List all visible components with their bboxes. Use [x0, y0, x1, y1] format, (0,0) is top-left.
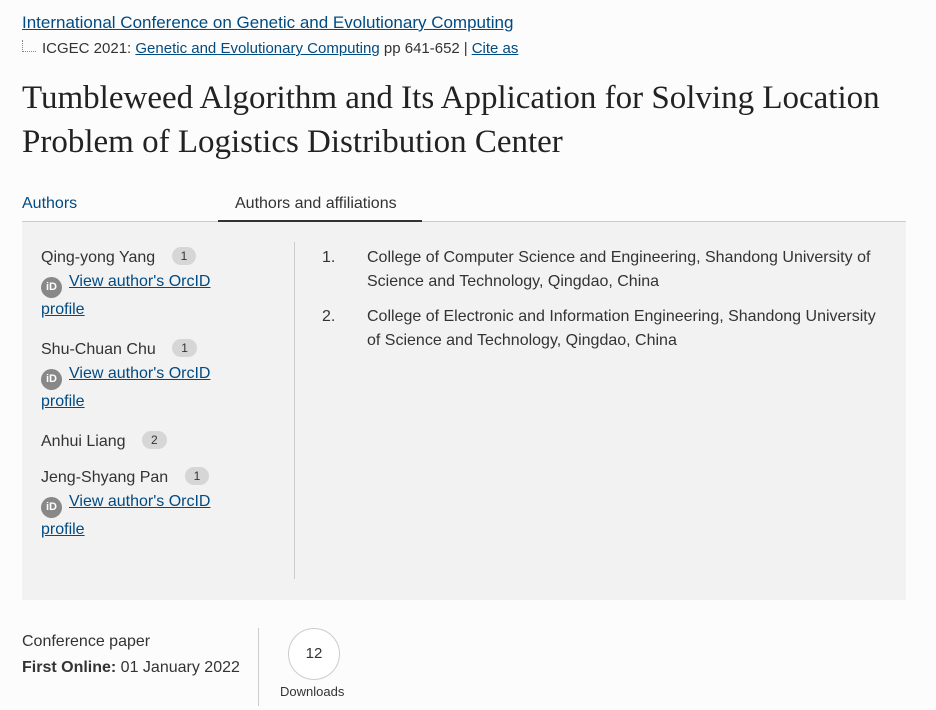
tab-authors[interactable]: Authors	[22, 195, 77, 213]
author-item: Jeng-Shyang Pan 1 iD View author's OrcID …	[41, 466, 271, 542]
page-title: Tumbleweed Algorithm and Its Application…	[22, 80, 880, 160]
paper-meta: Conference paper First Online: 01 Januar…	[22, 630, 240, 682]
cite-as-link[interactable]: Cite as	[472, 40, 519, 57]
orcid-profile-link[interactable]: View author's OrcID	[69, 365, 210, 382]
proceedings-link[interactable]: Genetic and Evolutionary Computing	[135, 40, 379, 57]
proceedings-prefix: ICGEC 2021:	[42, 40, 132, 57]
affiliation-item: 2. College of Electronic and Information…	[322, 305, 892, 353]
affiliation-number: 1.	[322, 249, 336, 266]
affiliations-panel: Qing-yong Yang 1 iD View author's OrcID p…	[22, 222, 906, 600]
affiliation-list: 1. College of Computer Science and Engin…	[322, 246, 892, 364]
conference-link[interactable]: International Conference on Genetic and …	[22, 13, 513, 33]
proceedings-line: ICGEC 2021: Genetic and Evolutionary Com…	[22, 39, 519, 57]
orcid-profile-link[interactable]: View author's OrcID	[69, 493, 210, 510]
downloads-label: Downloads	[280, 684, 345, 699]
first-online-label: First Online:	[22, 659, 117, 676]
author-name: Jeng-Shyang Pan	[41, 469, 169, 486]
downloads-count: 12	[288, 628, 340, 680]
author-name: Anhui Liang	[41, 433, 126, 450]
affiliation-text: College of Electronic and Information En…	[367, 308, 876, 349]
affiliation-badge[interactable]: 1	[171, 247, 197, 265]
first-online-date: 01 January 2022	[116, 659, 240, 676]
author-item: Shu-Chuan Chu 1 iD View author's OrcID pr…	[41, 338, 271, 414]
author-name: Shu-Chuan Chu	[41, 341, 156, 358]
orcid-profile-link-cont[interactable]: profile	[41, 393, 85, 410]
paper-type: Conference paper	[22, 633, 151, 650]
orcid-icon: iD	[41, 497, 62, 518]
affiliation-text: College of Computer Science and Engineer…	[367, 249, 871, 290]
affiliation-badge[interactable]: 1	[184, 467, 210, 485]
orcid-icon: iD	[41, 369, 62, 390]
affiliation-badge[interactable]: 1	[172, 339, 197, 357]
tab-bar: Authors Authors and affiliations	[22, 192, 906, 222]
orcid-profile-link-cont[interactable]: profile	[41, 521, 85, 538]
tab-authors-and-affiliations[interactable]: Authors and affiliations	[218, 192, 422, 222]
column-divider	[294, 242, 295, 579]
orcid-profile-link-cont[interactable]: profile	[41, 301, 85, 318]
separator: |	[463, 40, 468, 57]
orcid-icon: iD	[41, 277, 62, 298]
author-item: Anhui Liang 2	[41, 430, 271, 454]
meta-divider	[258, 628, 259, 706]
affiliation-item: 1. College of Computer Science and Engin…	[322, 246, 892, 294]
author-item: Qing-yong Yang 1 iD View author's OrcID p…	[41, 246, 271, 322]
authors-list: Qing-yong Yang 1 iD View author's OrcID p…	[41, 246, 271, 558]
first-online: First Online: 01 January 2022	[22, 654, 240, 682]
affiliation-badge[interactable]: 2	[141, 431, 167, 449]
author-name: Qing-yong Yang	[41, 249, 156, 266]
affiliation-number: 2.	[322, 308, 336, 325]
orcid-profile-link[interactable]: View author's OrcID	[69, 273, 210, 290]
page-range: pp 641-652	[383, 40, 460, 57]
tree-connector-icon	[22, 39, 36, 52]
